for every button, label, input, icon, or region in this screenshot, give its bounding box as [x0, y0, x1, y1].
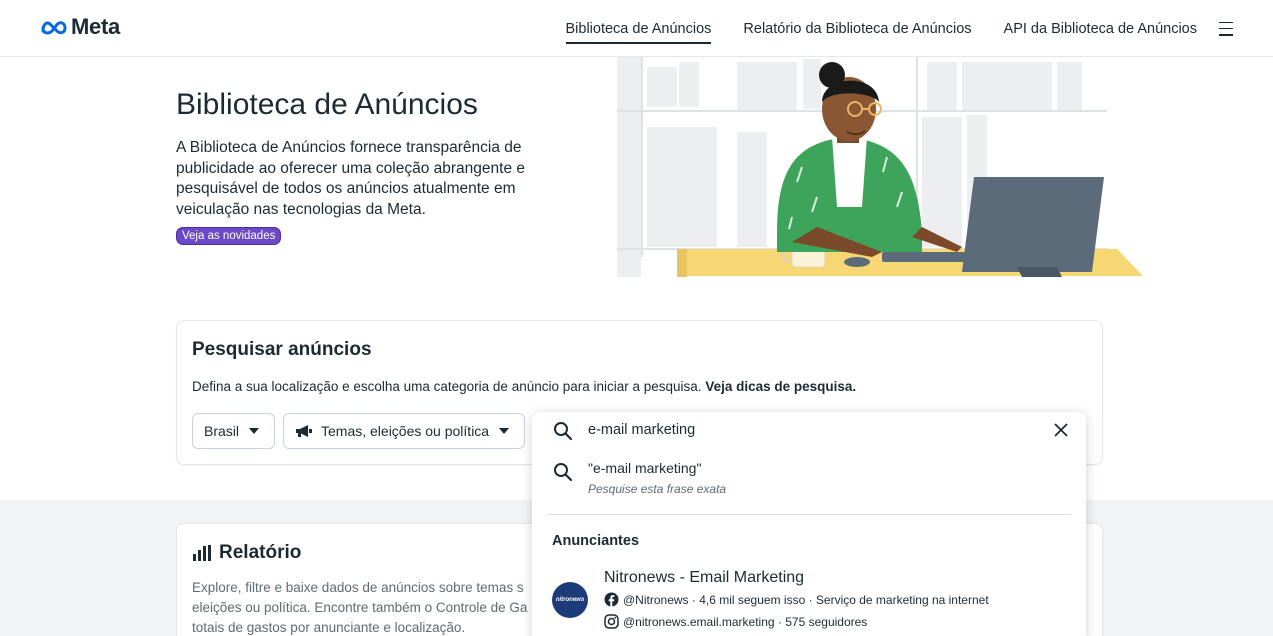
top-bar: Meta Biblioteca de Anúncios Relatório da… [0, 0, 1273, 57]
whats-new-badge[interactable]: Veja as novidades [176, 227, 282, 245]
search-icon [554, 422, 573, 441]
megaphone-icon [296, 425, 312, 437]
hero-illustration [617, 57, 1143, 277]
advertiser-instagram-text: @nitronews.email.marketing · 575 seguido… [623, 614, 868, 629]
search-ads-description-text: Defina a sua localização e escolha uma c… [192, 379, 702, 394]
search-ads-description: Defina a sua localização e escolha uma c… [192, 379, 856, 394]
hero-description-line: A Biblioteca de Anúncios fornece transpa… [176, 139, 522, 156]
hero-description: A Biblioteca de Anúncios fornece transpa… [176, 138, 556, 220]
search-input[interactable] [588, 419, 1028, 441]
nav-ad-library[interactable]: Biblioteca de Anúncios [565, 0, 711, 57]
search-ads-title: Pesquisar anúncios [192, 339, 372, 360]
exact-phrase-suggestion[interactable]: "e-mail marketing" Pesquise esta frase e… [548, 454, 1068, 502]
country-dropdown[interactable]: Brasil [192, 413, 275, 449]
report-description: Explore, filtre e baixe dados de anúncio… [192, 578, 537, 636]
report-title-text: Relatório [219, 542, 302, 563]
nav-ad-library-api[interactable]: API da Biblioteca de Anúncios [1004, 0, 1197, 57]
logo-text: Meta [71, 14, 120, 39]
report-description-line: Explore, filtre e baixe dados de anúncio… [192, 580, 524, 595]
bar-chart-icon [193, 545, 211, 561]
advertiser-facebook-text: @Nitronews · 4,6 mil seguem isso · Servi… [623, 592, 989, 607]
close-icon [1054, 423, 1068, 437]
report-description-line: totais de gastos por anunciante e locali… [192, 620, 466, 635]
avatar-logo-text: nitronews [555, 597, 585, 603]
advertiser-name: Nitronews - Email Marketing [604, 569, 805, 586]
page-title: Biblioteca de Anúncios [176, 88, 478, 121]
meta-infinity-icon [41, 21, 67, 35]
top-nav: Biblioteca de Anúncios Relatório da Bibl… [534, 0, 1233, 57]
advertiser-instagram-info: @nitronews.email.marketing · 575 seguido… [604, 614, 867, 629]
caret-down-icon [249, 428, 260, 434]
search-icon [554, 463, 573, 482]
advertiser-result[interactable]: nitronews Nitronews - Email Marketing @N… [548, 564, 1068, 634]
advertiser-facebook-info: @Nitronews · 4,6 mil seguem isso · Servi… [604, 592, 989, 607]
advertisers-section-title: Anunciantes [552, 533, 640, 549]
report-description-line: eleições ou política. Encontre também o … [192, 600, 528, 615]
ad-category-dropdown-value: Temas, eleições ou política [321, 423, 490, 439]
report-title: Relatório [192, 542, 301, 564]
hero-description-line: pesquisável de todos os anúncios atualme… [176, 180, 516, 197]
country-dropdown-value: Brasil [204, 423, 240, 439]
exact-phrase-hint: Pesquise esta frase exata [588, 482, 727, 496]
hamburger-menu-icon[interactable] [1219, 21, 1233, 36]
clear-search-button[interactable] [1051, 420, 1071, 440]
search-tips-link[interactable]: Veja dicas de pesquisa. [705, 379, 856, 394]
ad-category-dropdown[interactable]: Temas, eleições ou política [283, 413, 525, 449]
search-field-row [532, 412, 1086, 448]
hero-description-line: publicidade ao oferecer uma coleção abra… [176, 159, 525, 177]
divider [548, 514, 1071, 515]
meta-logo[interactable]: Meta [40, 14, 120, 40]
exact-phrase-text: "e-mail marketing" [588, 460, 702, 476]
search-suggestions-panel: "e-mail marketing" Pesquise esta frase e… [532, 412, 1086, 636]
nav-ad-library-report[interactable]: Relatório da Biblioteca de Anúncios [743, 0, 971, 57]
avatar: nitronews [552, 582, 588, 618]
instagram-icon [604, 614, 619, 629]
facebook-icon [604, 592, 619, 607]
hero-description-line: veiculação nas tecnologias da Meta. [176, 200, 426, 218]
caret-down-icon [499, 428, 510, 434]
